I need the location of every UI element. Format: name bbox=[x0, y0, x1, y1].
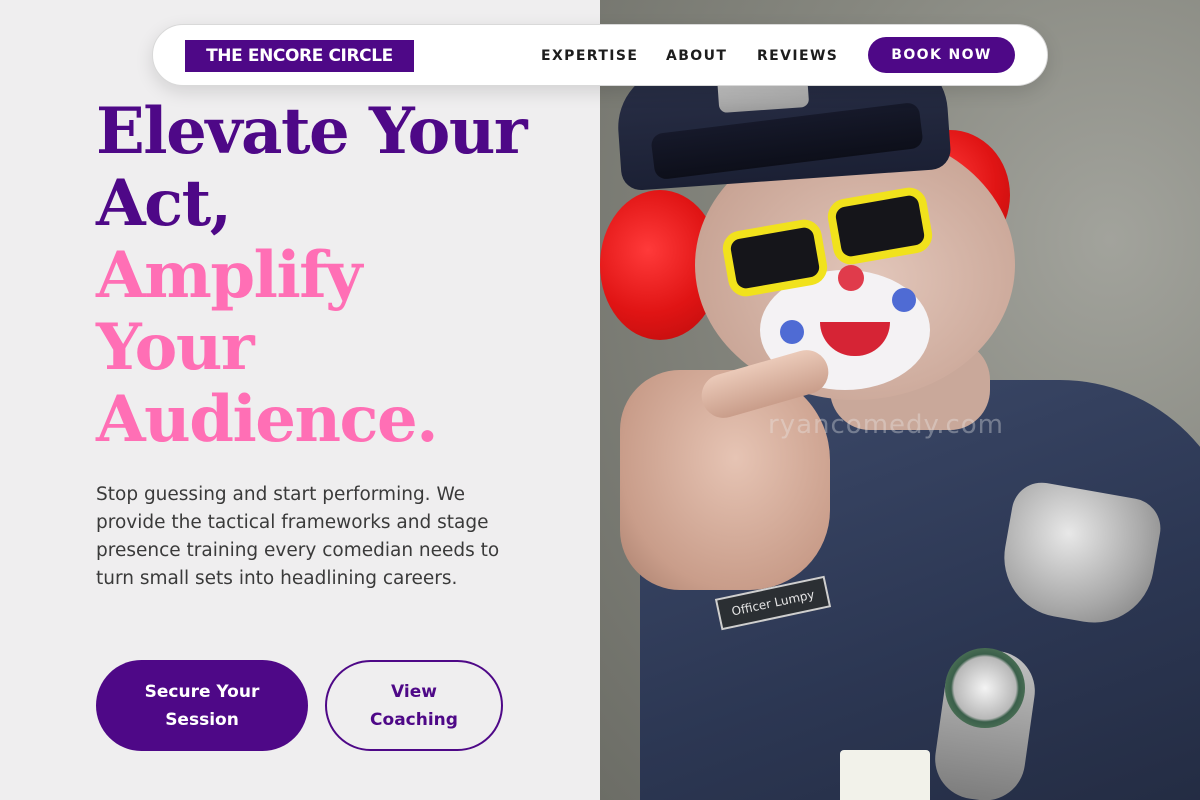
headline-line-2: Act, bbox=[96, 166, 232, 241]
view-coaching-button[interactable]: View Coaching bbox=[325, 660, 503, 751]
photo-cheek-right bbox=[892, 288, 916, 312]
photo-id-card bbox=[840, 750, 930, 800]
nav-link-reviews[interactable]: REVIEWS bbox=[757, 46, 838, 66]
nav-link-about[interactable]: ABOUT bbox=[666, 46, 727, 66]
headline-line-3: Amplify bbox=[96, 238, 362, 313]
headline-line-5: Audience. bbox=[96, 382, 438, 457]
photo-red-nose bbox=[838, 265, 864, 291]
hero-description: Stop guessing and start performing. We p… bbox=[96, 484, 500, 589]
secure-session-button[interactable]: Secure Your Session bbox=[96, 660, 308, 751]
photo-cheek-left bbox=[780, 320, 804, 344]
photo-watermark: ryancomedy.com bbox=[768, 410, 1004, 440]
nav-link-expertise[interactable]: EXPERTISE bbox=[541, 46, 638, 66]
hero-photo: Officer Lumpy ryancomedy.com bbox=[600, 0, 1200, 800]
headline-line-1: Elevate Your bbox=[96, 94, 528, 169]
book-now-button[interactable]: BOOK NOW bbox=[868, 37, 1015, 73]
headline-line-4: Your bbox=[96, 310, 255, 385]
top-navbar: THE ENCORE CIRCLE EXPERTISE ABOUT REVIEW… bbox=[152, 24, 1048, 86]
brand-logo[interactable]: THE ENCORE CIRCLE bbox=[185, 40, 414, 72]
photo-whistle-disc bbox=[945, 648, 1025, 728]
hero-headline: Elevate Your Act, Amplify Your Audience. bbox=[96, 96, 596, 456]
